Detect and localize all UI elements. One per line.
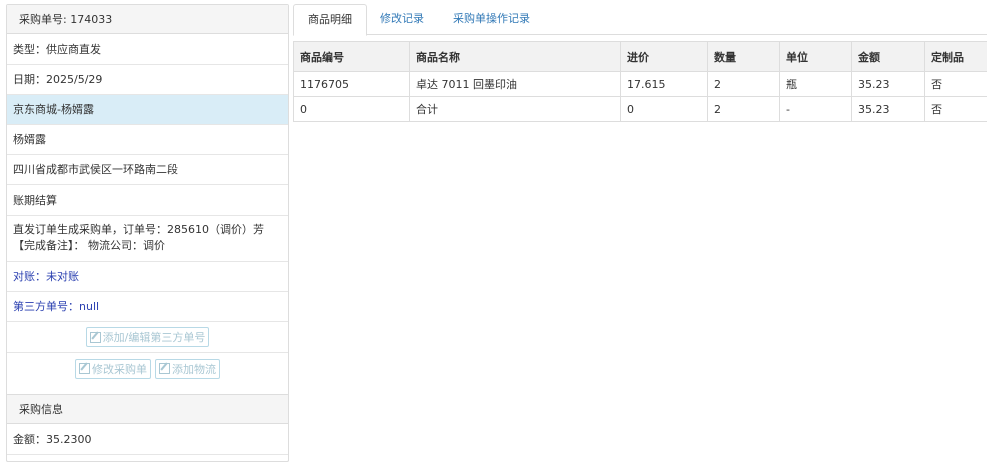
tab-product-details[interactable]: 商品明细 [293,4,367,36]
col-custom[interactable]: 定制品 [924,41,987,72]
edit-icon [89,331,101,343]
cell-product-code: 0 [293,96,410,122]
modify-order-button[interactable]: 修改采购单 [75,358,151,379]
cell-unit: 瓶 [779,71,852,97]
add-logistics-label: 添加物流 [172,362,216,376]
cell-custom: 否 [924,71,987,97]
col-unit[interactable]: 单位 [779,41,852,72]
table-total-row[interactable]: 0 合计 0 2 - 35.23 否 [293,96,987,122]
order-shop[interactable]: 京东商城-杨婿露 [7,95,288,125]
cell-unit: - [779,96,852,122]
col-product-code[interactable]: 商品编号 [293,41,410,72]
modify-order-label: 修改采购单 [92,362,147,376]
col-purchase-price[interactable]: 进价 [620,41,708,72]
order-number-header: 采购单号: 174033 [7,5,288,34]
cell-amount: 35.23 [851,96,925,122]
cell-quantity: 2 [707,96,780,122]
order-note-line2: 【完成备注】： 物流公司：调价 [13,239,165,252]
cell-purchase-price: 17.615 [620,71,708,97]
tab-operation-records[interactable]: 采购单操作记录 [439,4,544,35]
table-header-row: 商品编号 商品名称 进价 数量 单位 金额 定制品 [293,41,987,72]
third-party-number: 第三方单号：null [7,292,288,322]
order-address: 四川省成都市武侯区一环路南二段 [7,155,288,185]
col-product-name[interactable]: 商品名称 [409,41,621,72]
reconcile-status: 对账：未对账 [7,262,288,292]
cell-product-name: 卓达 7011 回墨印油 [409,71,621,97]
order-note: 直发订单生成采购单，订单号：285610（调价）芳 【完成备注】： 物流公司：调… [7,216,288,262]
col-quantity[interactable]: 数量 [707,41,780,72]
detail-area: 商品明细 修改记录 采购单操作记录 商品编号 商品名称 进价 数量 单位 金额 … [293,4,987,462]
cell-quantity: 2 [707,71,780,97]
edit-third-party-button[interactable]: 添加/编辑第三方单号 [85,327,210,347]
purchase-info-panel: 采购信息 金额：35.2300 [6,394,289,462]
col-amount[interactable]: 金额 [851,41,925,72]
tab-modify-records[interactable]: 修改记录 [366,4,438,35]
order-date: 日期：2025/5/29 [7,65,288,95]
tab-bar: 商品明细 修改记录 采购单操作记录 [293,4,987,36]
order-contact: 杨婿露 [7,125,288,155]
cell-purchase-price: 0 [620,96,708,122]
third-party-actions: 添加/编辑第三方单号 [7,322,288,353]
edit-third-party-label: 添加/编辑第三方单号 [102,331,206,344]
cell-amount: 35.23 [851,71,925,97]
cell-product-name: 合计 [409,96,621,122]
order-actions: 修改采购单 添加物流 [7,353,288,384]
order-type: 类型：供应商直发 [7,34,288,65]
product-table: 商品编号 商品名称 进价 数量 单位 金额 定制品 1176705 卓达 701… [293,41,987,122]
edit-icon [159,363,170,374]
purchase-info-header: 采购信息 [7,395,288,424]
order-note-line1: 直发订单生成采购单，订单号：285610（调价）芳 [13,223,264,236]
edit-icon [79,363,90,374]
table-row[interactable]: 1176705 卓达 7011 回墨印油 17.615 2 瓶 35.23 否 [293,71,987,97]
add-logistics-button[interactable]: 添加物流 [155,358,220,379]
cell-product-code: 1176705 [293,71,410,97]
purchase-amount: 金额：35.2300 [7,424,288,455]
cell-custom: 否 [924,96,987,122]
order-settlement: 账期结算 [7,185,288,216]
